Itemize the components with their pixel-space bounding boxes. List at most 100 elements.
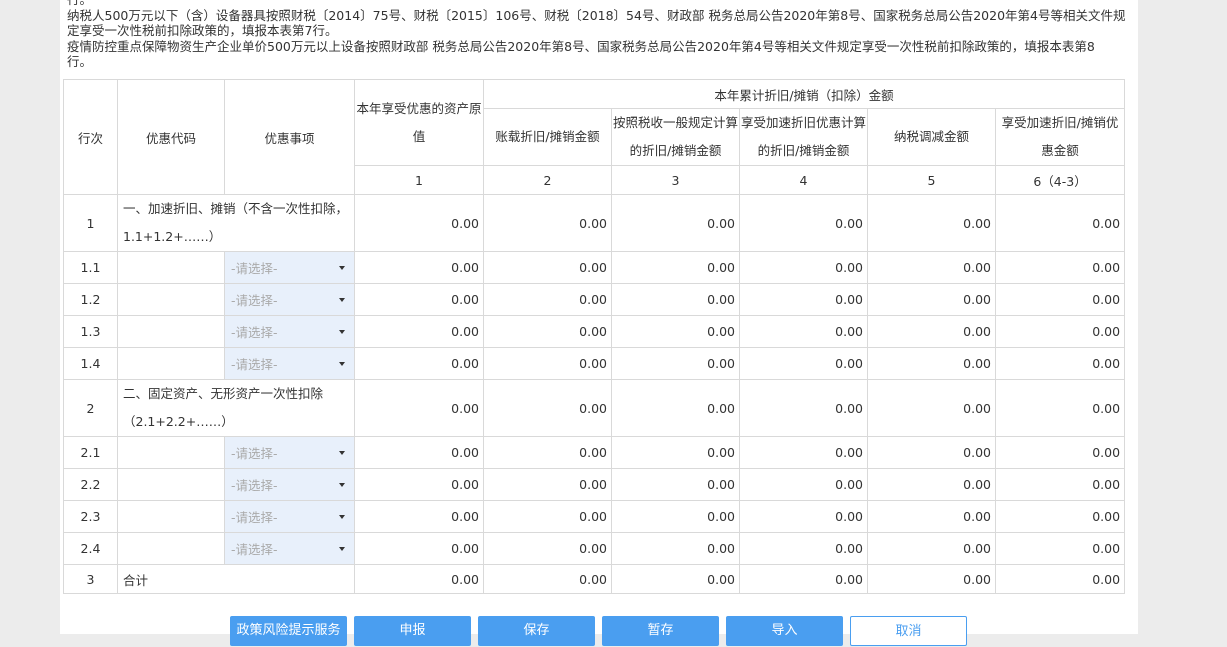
code-cell[interactable] xyxy=(117,436,225,469)
amount-cell: 0.00 xyxy=(867,283,996,316)
declare-button[interactable]: 申报 xyxy=(354,616,471,646)
select-placeholder: -请选择- xyxy=(231,261,278,276)
amount-cell: 0.00 xyxy=(354,564,484,594)
save-button[interactable]: 保存 xyxy=(478,616,595,646)
amount-input[interactable]: 0.00 xyxy=(354,532,484,565)
item-select[interactable]: -请选择- xyxy=(224,532,355,565)
amount-cell: 0.00 xyxy=(867,315,996,348)
row-name: 二、固定资产、无形资产一次性扣除（2.1+2.2+……） xyxy=(117,379,355,437)
select-placeholder: -请选择- xyxy=(231,478,278,493)
item-select[interactable]: -请选择- xyxy=(224,315,355,348)
amount-cell: 0.00 xyxy=(739,564,868,594)
caret-down-icon xyxy=(339,297,345,302)
item-select[interactable]: -请选择- xyxy=(224,500,355,533)
amount-input[interactable]: 0.00 xyxy=(739,251,868,284)
amount-cell: 0.00 xyxy=(867,194,996,252)
amount-input[interactable]: 0.00 xyxy=(739,500,868,533)
header-c3: 按照税收一般规定计算的折旧/摊销金额 xyxy=(611,108,740,166)
item-select[interactable]: -请选择- xyxy=(224,436,355,469)
row-no: 2.3 xyxy=(63,500,118,533)
amount-input[interactable]: 0.00 xyxy=(611,500,740,533)
row-name: 合计 xyxy=(117,564,355,594)
code-cell[interactable] xyxy=(117,251,225,284)
item-select[interactable]: -请选择- xyxy=(224,251,355,284)
item-select[interactable]: -请选择- xyxy=(224,468,355,501)
amount-input[interactable]: 0.00 xyxy=(354,436,484,469)
code-cell[interactable] xyxy=(117,500,225,533)
item-select[interactable]: -请选择- xyxy=(224,347,355,380)
amount-input[interactable]: 0.00 xyxy=(354,251,484,284)
amount-cell: 0.00 xyxy=(994,468,1126,501)
header-row-no: 行次 xyxy=(63,79,118,195)
code-cell[interactable] xyxy=(117,468,225,501)
temp-save-button[interactable]: 暂存 xyxy=(602,616,719,646)
amount-input[interactable]: 0.00 xyxy=(483,251,612,284)
amount-input[interactable]: 0.00 xyxy=(483,468,612,501)
amount-input[interactable]: 0.00 xyxy=(354,347,484,380)
amount-cell: 0.00 xyxy=(867,347,996,380)
amount-input[interactable]: 0.00 xyxy=(354,283,484,316)
amount-cell: 0.00 xyxy=(994,379,1126,437)
amount-input[interactable]: 0.00 xyxy=(739,283,868,316)
select-placeholder: -请选择- xyxy=(231,293,278,308)
header-group: 本年累计折旧/摊销（扣除）金额 xyxy=(482,79,1126,109)
amount-input[interactable]: 0.00 xyxy=(483,532,612,565)
caret-down-icon xyxy=(339,329,345,334)
item-select[interactable]: -请选择- xyxy=(224,283,355,316)
amount-input[interactable]: 0.00 xyxy=(354,468,484,501)
table-row: 2.2 -请选择- 0.00 0.00 0.00 0.00 0.00 0.00 xyxy=(63,468,1126,501)
select-placeholder: -请选择- xyxy=(231,357,278,372)
header-asset-value: 本年享受优惠的资产原值 xyxy=(354,79,484,166)
header-c4: 享受加速折旧优惠计算的折旧/摊销金额 xyxy=(739,108,868,166)
amount-input[interactable]: 0.00 xyxy=(611,347,740,380)
amount-cell: 0.00 xyxy=(739,194,868,252)
table-row-total: 3 合计 0.00 0.00 0.00 0.00 0.00 0.00 xyxy=(63,564,1126,594)
amount-input[interactable]: 0.00 xyxy=(354,315,484,348)
amount-input[interactable]: 0.00 xyxy=(611,532,740,565)
row-no: 1.3 xyxy=(63,315,118,348)
amount-input[interactable]: 0.00 xyxy=(739,347,868,380)
cancel-button[interactable]: 取消 xyxy=(850,616,967,646)
note-line: 定享受一次性税前扣除政策的，填报本表第7行。 xyxy=(67,23,338,38)
amount-cell: 0.00 xyxy=(994,347,1126,380)
amount-cell: 0.00 xyxy=(483,379,612,437)
amount-input[interactable]: 0.00 xyxy=(611,468,740,501)
amount-input[interactable]: 0.00 xyxy=(611,436,740,469)
code-cell[interactable] xyxy=(117,283,225,316)
row-no: 3 xyxy=(63,564,118,594)
table-row: 2.4 -请选择- 0.00 0.00 0.00 0.00 0.00 0.00 xyxy=(63,532,1126,565)
table-row: 1.1 -请选择- 0.00 0.00 0.00 0.00 0.00 0.00 xyxy=(63,251,1126,284)
amount-input[interactable]: 0.00 xyxy=(483,347,612,380)
policy-risk-button[interactable]: 政策风险提示服务 xyxy=(230,616,347,646)
code-cell[interactable] xyxy=(117,315,225,348)
row-name: 一、加速折旧、摊销（不含一次性扣除，1.1+1.2+……） xyxy=(117,194,355,252)
amount-cell: 0.00 xyxy=(354,194,484,252)
import-button[interactable]: 导入 xyxy=(726,616,843,646)
select-placeholder: -请选择- xyxy=(231,446,278,461)
table-row: 2 二、固定资产、无形资产一次性扣除（2.1+2.2+……） 0.00 0.00… xyxy=(63,379,1126,437)
caret-down-icon xyxy=(339,361,345,366)
amount-input[interactable]: 0.00 xyxy=(739,315,868,348)
header-c5: 纳税调减金额 xyxy=(867,108,996,166)
select-placeholder: -请选择- xyxy=(231,510,278,525)
amount-input[interactable]: 0.00 xyxy=(611,283,740,316)
amount-input[interactable]: 0.00 xyxy=(611,315,740,348)
amount-cell: 0.00 xyxy=(739,379,868,437)
amount-input[interactable]: 0.00 xyxy=(483,315,612,348)
amount-input[interactable]: 0.00 xyxy=(483,436,612,469)
amount-input[interactable]: 0.00 xyxy=(611,251,740,284)
amount-input[interactable]: 0.00 xyxy=(354,500,484,533)
amount-input[interactable]: 0.00 xyxy=(483,283,612,316)
caret-down-icon xyxy=(339,546,345,551)
code-cell[interactable] xyxy=(117,532,225,565)
amount-input[interactable]: 0.00 xyxy=(739,532,868,565)
amount-input[interactable]: 0.00 xyxy=(739,468,868,501)
code-cell[interactable] xyxy=(117,347,225,380)
header-n5: 5 xyxy=(867,165,996,195)
amount-cell: 0.00 xyxy=(994,315,1126,348)
amount-input[interactable]: 0.00 xyxy=(739,436,868,469)
header-c6: 享受加速折旧/摊销优惠金额 xyxy=(994,108,1126,166)
table-row: 1 一、加速折旧、摊销（不含一次性扣除，1.1+1.2+……） 0.00 0.0… xyxy=(63,194,1126,252)
select-placeholder: -请选择- xyxy=(231,325,278,340)
amount-input[interactable]: 0.00 xyxy=(483,500,612,533)
